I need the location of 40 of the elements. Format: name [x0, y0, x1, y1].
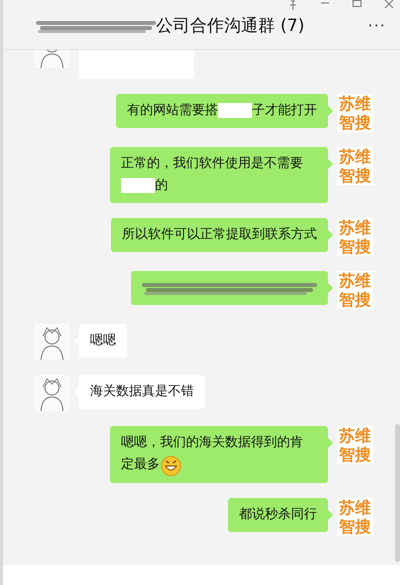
input-area[interactable] [3, 565, 400, 585]
avatar[interactable] [34, 324, 70, 360]
avatar-logo-text: 苏维 [339, 94, 371, 113]
pin-icon[interactable] [288, 0, 298, 10]
avatar-logo-text: 智搜 [339, 445, 371, 464]
message-text: 有的网站需要搭 [127, 102, 218, 120]
grinning-emoji-icon [160, 454, 182, 476]
avatar-logo-text: 苏维 [339, 498, 371, 517]
avatar[interactable]: 苏维 智搜 [337, 426, 373, 464]
avatar[interactable] [34, 375, 70, 411]
message-text: 所以软件可以正常提取到联系方式 [122, 227, 317, 242]
avatar-logo-text: 苏维 [339, 218, 371, 237]
message-text: 嗯嗯 [90, 333, 116, 348]
message-text: 子才能打开 [252, 102, 317, 120]
avatar[interactable]: 苏维 智搜 [337, 94, 373, 132]
avatar-logo-text: 苏维 [339, 271, 371, 290]
message-text: 都说秒杀同行 [239, 506, 317, 522]
avatar-logo-text: 智搜 [339, 516, 371, 536]
avatar-logo-text: 智搜 [339, 290, 371, 309]
message-text: 正常的，我们软件使用是不需要 [121, 155, 303, 173]
close-icon[interactable] [384, 0, 394, 10]
avatar[interactable]: 苏维 智搜 [337, 271, 373, 309]
avatar-logo-text: 苏维 [339, 147, 371, 166]
avatar-logo-text: 智搜 [339, 166, 371, 185]
avatar-logo-text: 智搜 [339, 113, 371, 132]
avatar-logo-text: 苏维 [339, 426, 371, 445]
message-text: 嗯嗯，我们的海关数据得到的肯 [121, 434, 303, 452]
message-text: 定最多 [121, 456, 160, 474]
avatar[interactable]: 苏维 智搜 [337, 147, 373, 185]
more-menu[interactable]: ··· [368, 16, 386, 35]
maximize-icon[interactable] [352, 0, 362, 10]
avatar[interactable]: 苏维 智搜 [337, 498, 373, 536]
scrollbar[interactable] [395, 424, 400, 562]
redaction-mark [218, 102, 252, 118]
avatar[interactable]: 苏维 智搜 [337, 218, 373, 256]
message-text: 的 [155, 177, 168, 195]
window-title: 公司合作沟通群 (7) [156, 15, 304, 37]
redaction-mark [121, 178, 155, 193]
message-text: 海关数据真是不错 [90, 384, 194, 399]
avatar-logo-text: 智搜 [339, 237, 371, 256]
